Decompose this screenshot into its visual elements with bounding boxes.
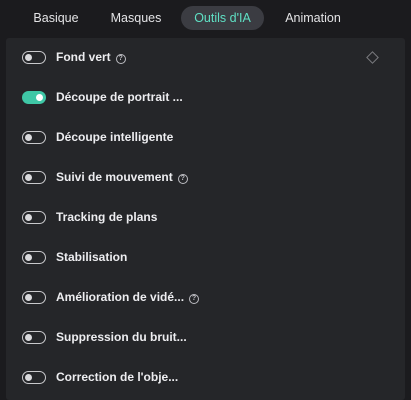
tab-bar: Basique Masques Outils d'IA Animation (0, 0, 411, 36)
feature-label-text: Suppression du bruit... (56, 330, 187, 344)
tracking-plans-toggle[interactable] (22, 211, 46, 224)
ai-features-list: Fond vert? Découpe de portrait ... Décou… (6, 38, 405, 400)
feature-label: Tracking de plans (56, 210, 157, 224)
feature-label-text: Découpe de portrait ... (56, 90, 183, 104)
feature-label: Découpe de portrait ... (56, 90, 183, 104)
feature-label: Amélioration de vidé...? (56, 290, 200, 304)
tab-animation[interactable]: Animation (274, 6, 352, 30)
suppression-bruit-toggle[interactable] (22, 331, 46, 344)
feature-label-text: Découpe intelligente (56, 130, 174, 144)
tab-basique[interactable]: Basique (22, 6, 90, 30)
feature-label-text: Amélioration de vidé... (56, 290, 185, 304)
amelioration-video-toggle[interactable] (22, 291, 46, 304)
feature-row-suppression-bruit: Suppression du bruit... (6, 318, 405, 358)
toggle-knob (25, 333, 32, 341)
feature-label: Fond vert? (56, 50, 126, 64)
toggle-knob (25, 53, 32, 61)
tab-masques[interactable]: Masques (102, 6, 170, 30)
feature-label: Suivi de mouvement? (56, 170, 188, 184)
feature-row-fond-vert: Fond vert? (6, 38, 405, 78)
suivi-mouvement-toggle[interactable] (22, 171, 46, 184)
feature-row-amelioration-video: Amélioration de vidé...? (6, 278, 405, 318)
keyframe-diamond-icon[interactable] (366, 51, 379, 64)
tab-outils-ia[interactable]: Outils d'IA (181, 6, 264, 30)
feature-label-text: Correction de l'obje... (56, 370, 179, 384)
feature-label: Correction de l'obje... (56, 370, 178, 384)
stabilisation-toggle[interactable] (22, 251, 46, 264)
feature-label: Stabilisation (56, 250, 127, 264)
feature-row-decoupe-portrait: Découpe de portrait ... (6, 78, 405, 118)
feature-row-tracking-plans: Tracking de plans (6, 198, 405, 238)
feature-label-text: Stabilisation (56, 250, 128, 264)
feature-row-correction-objectif: Correction de l'obje... (6, 358, 405, 398)
toggle-knob (25, 253, 32, 261)
feature-label-text: Fond vert (56, 50, 111, 64)
toggle-knob (25, 373, 32, 381)
toggle-knob (25, 213, 32, 221)
correction-objectif-toggle[interactable] (22, 371, 46, 384)
toggle-knob (25, 133, 32, 141)
toggle-knob (36, 93, 43, 101)
feature-row-stabilisation: Stabilisation (6, 238, 405, 278)
help-icon[interactable]: ? (177, 174, 188, 184)
toggle-knob (25, 173, 32, 181)
toggle-knob (25, 293, 32, 301)
decoupe-portrait-toggle[interactable] (22, 91, 46, 104)
decoupe-intelligente-toggle[interactable] (22, 131, 46, 144)
feature-row-decoupe-intelligente: Découpe intelligente (6, 118, 405, 158)
feature-label-text: Suivi de mouvement (56, 170, 173, 184)
feature-label: Suppression du bruit... (56, 330, 187, 344)
feature-row-suivi-mouvement: Suivi de mouvement? (6, 158, 405, 198)
feature-label: Découpe intelligente (56, 130, 173, 144)
help-icon[interactable]: ? (115, 54, 126, 64)
help-icon[interactable]: ? (189, 294, 200, 304)
fond-vert-toggle[interactable] (22, 51, 46, 64)
ai-tools-panel-window: Basique Masques Outils d'IA Animation Fo… (0, 0, 411, 400)
feature-label-text: Tracking de plans (56, 210, 158, 224)
